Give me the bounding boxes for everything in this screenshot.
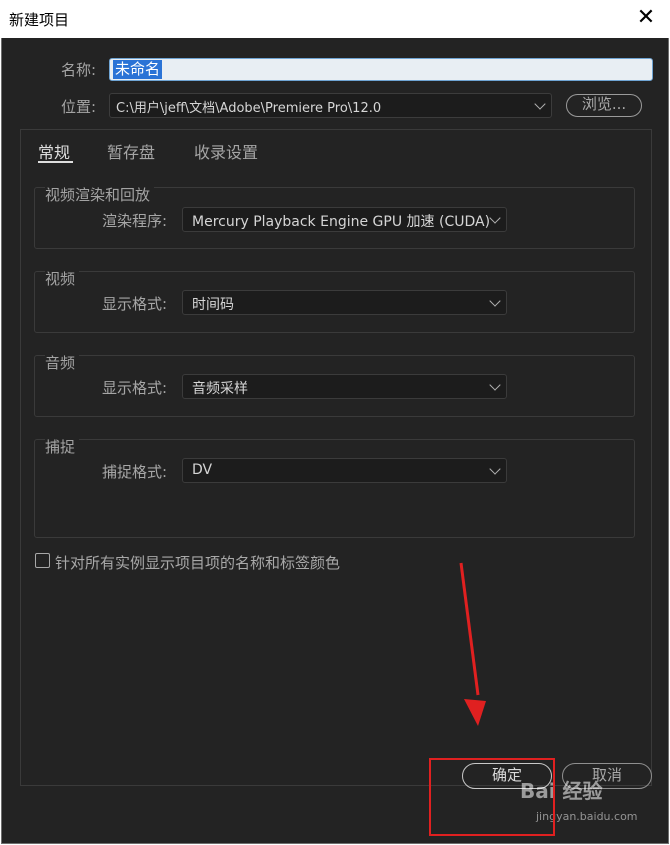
renderer-select[interactable]: Mercury Playback Engine GPU 加速 (CUDA) xyxy=(182,207,507,232)
project-name-value: 未命名 xyxy=(113,60,163,79)
capture-format-label: 捕捉格式: xyxy=(102,463,168,481)
window-title: 新建项目 xyxy=(9,11,70,29)
location-label: 位置: xyxy=(61,98,97,116)
tab-general[interactable]: 常规 xyxy=(38,139,70,163)
group-title-capture: 捕捉 xyxy=(45,436,80,457)
capture-format-select[interactable]: DV xyxy=(182,458,507,483)
chevron-down-icon xyxy=(489,463,501,475)
active-tab-indicator xyxy=(38,161,73,163)
tab-scratch-disks[interactable]: 暂存盘 xyxy=(107,139,155,163)
browse-button[interactable]: 浏览... xyxy=(566,94,642,117)
group-video: 视频 显示格式: 时间码 xyxy=(34,268,635,333)
audio-display-format-value: 音频采样 xyxy=(192,381,248,397)
group-video-rendering: 视频渲染和回放 渲染程序: Mercury Playback Engine GP… xyxy=(34,184,635,249)
project-name-input[interactable]: 未命名 xyxy=(109,58,653,81)
capture-format-value: DV xyxy=(192,462,213,478)
video-display-format-value: 时间码 xyxy=(192,297,234,313)
group-capture: 捕捉 捕捉格式: DV xyxy=(34,436,635,538)
location-select[interactable]: C:\用户\jeff\文档\Adobe\Premiere Pro\12.0 xyxy=(109,93,552,118)
name-label: 名称: xyxy=(61,61,97,79)
chevron-down-icon xyxy=(489,379,501,391)
show-label-color-checkbox[interactable] xyxy=(35,553,50,568)
chevron-down-icon xyxy=(489,212,501,224)
video-display-format-label: 显示格式: xyxy=(102,295,168,313)
location-value: C:\用户\jeff\文档\Adobe\Premiere Pro\12.0 xyxy=(116,101,382,116)
chevron-down-icon xyxy=(489,295,501,307)
renderer-label: 渲染程序: xyxy=(102,212,168,230)
audio-display-format-select[interactable]: 音频采样 xyxy=(182,374,507,399)
annotation-highlight-box xyxy=(429,758,555,836)
group-audio: 音频 显示格式: 音频采样 xyxy=(34,352,635,417)
window-titlebar: 新建项目 ✕ xyxy=(0,0,670,38)
video-display-format-select[interactable]: 时间码 xyxy=(182,290,507,315)
show-label-color-label: 针对所有实例显示项目项的名称和标签颜色 xyxy=(55,554,341,572)
group-title-audio: 音频 xyxy=(45,352,80,373)
tab-ingest-settings[interactable]: 收录设置 xyxy=(194,139,258,163)
close-icon[interactable]: ✕ xyxy=(628,3,664,33)
audio-display-format-label: 显示格式: xyxy=(102,379,168,397)
renderer-value: Mercury Playback Engine GPU 加速 (CUDA) xyxy=(192,214,491,230)
group-title-video-rendering: 视频渲染和回放 xyxy=(45,184,155,205)
group-title-video: 视频 xyxy=(45,268,80,289)
chevron-down-icon xyxy=(534,98,546,110)
new-project-dialog: 名称: 未命名 位置: C:\用户\jeff\文档\Adobe\Premiere… xyxy=(1,38,669,844)
